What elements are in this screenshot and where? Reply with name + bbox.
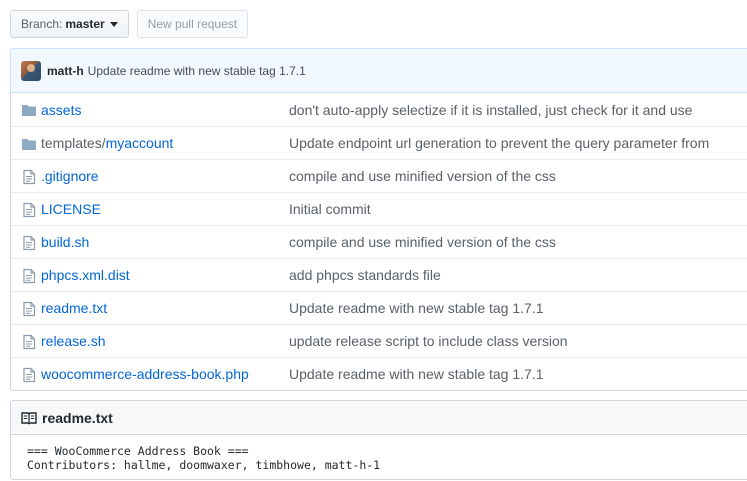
chevron-down-icon xyxy=(109,21,118,27)
file-row: phpcs.xml.dist add phpcs standards file xyxy=(11,258,747,291)
commit-message-link[interactable]: update release script to include class v… xyxy=(289,333,568,349)
file-name-label: build.sh xyxy=(41,234,90,250)
folder-icon xyxy=(21,102,37,118)
file-name-link[interactable]: LICENSE xyxy=(41,201,101,217)
file-name-label: assets xyxy=(41,101,82,118)
file-row: assets don't auto-apply selectize if it i… xyxy=(11,93,747,126)
file-icon xyxy=(21,301,37,317)
commit-message-link[interactable]: Initial commit xyxy=(289,201,371,217)
file-name-label: woocommerce-address-book.php xyxy=(41,366,249,382)
file-name-label: release.sh xyxy=(41,333,106,349)
file-row: build.sh compile and use minified version… xyxy=(11,225,747,258)
branch-toolbar: Branch: master New pull request xyxy=(10,10,249,38)
file-icon xyxy=(21,268,37,284)
readme-content: === WooCommerce Address Book === Contribu… xyxy=(11,435,747,481)
readme-line: Contributors: hallme, doomwaxer, timbhow… xyxy=(27,458,381,472)
latest-commit-bar: matt-h Update readme with new stable tag… xyxy=(10,48,747,92)
file-name-link[interactable]: assets xyxy=(41,102,81,118)
file-icon xyxy=(21,235,37,251)
file-name-link[interactable]: phpcs.xml.dist xyxy=(41,267,130,283)
file-name-link[interactable]: release.sh xyxy=(41,333,106,349)
file-name-label: readme.txt xyxy=(41,300,108,316)
commit-message-link[interactable]: compile and use minified version of the … xyxy=(289,234,556,250)
file-row: readme.txt Update readme with new stable … xyxy=(11,291,747,324)
book-icon xyxy=(21,411,37,424)
commit-message-link[interactable]: add phpcs standards file xyxy=(289,267,441,283)
file-name-label: phpcs.xml.dist xyxy=(41,267,130,283)
branch-name-label: master xyxy=(65,17,105,31)
file-name-label: .gitignore xyxy=(41,168,99,184)
branch-prefix-label: Branch: xyxy=(21,17,63,31)
file-name-label: LICENSE xyxy=(41,201,101,217)
file-row: LICENSE Initial commit xyxy=(11,192,747,225)
commit-message-link[interactable]: Update readme with new stable tag 1.7.1 xyxy=(289,366,544,382)
file-row: templates/myaccount Update endpoint url g… xyxy=(11,126,747,159)
avatar[interactable] xyxy=(21,60,41,81)
file-path-prefix: templates/ xyxy=(41,135,106,151)
file-list: assets don't auto-apply selectize if it i… xyxy=(10,92,747,391)
commit-author-link[interactable]: matt-h xyxy=(47,64,84,78)
file-row: .gitignore compile and use minified versi… xyxy=(11,159,747,192)
file-name-label: myaccount xyxy=(105,135,174,151)
folder-icon xyxy=(21,136,37,152)
commit-message-link[interactable]: Update readme with new stable tag 1.7.1 xyxy=(88,64,306,78)
file-row: woocommerce-address-book.php Update readm… xyxy=(11,357,747,390)
file-name-link[interactable]: build.sh xyxy=(41,234,89,250)
file-name-link[interactable]: templates/myaccount xyxy=(41,135,173,151)
readme-title[interactable]: readme.txt xyxy=(42,410,113,426)
branch-select-button[interactable]: Branch: master xyxy=(10,10,129,38)
file-icon xyxy=(21,202,37,218)
file-icon xyxy=(21,367,37,383)
readme-panel: readme.txt === WooCommerce Address Book … xyxy=(10,400,747,480)
commit-message-link[interactable]: Update readme with new stable tag 1.7.1 xyxy=(289,300,544,316)
commit-message-link[interactable]: don't auto-apply selectize if it is inst… xyxy=(289,102,692,118)
file-icon xyxy=(21,169,37,185)
file-name-link[interactable]: woocommerce-address-book.php xyxy=(41,366,249,382)
commit-message-link[interactable]: compile and use minified version of the … xyxy=(289,168,556,184)
readme-header: readme.txt xyxy=(11,401,747,435)
file-icon xyxy=(21,334,37,350)
file-name-link[interactable]: .gitignore xyxy=(41,168,99,184)
new-pull-request-button[interactable]: New pull request xyxy=(136,10,249,38)
file-name-link[interactable]: readme.txt xyxy=(41,300,107,316)
file-row: release.sh update release script to inclu… xyxy=(11,324,747,357)
readme-line: === WooCommerce Address Book === xyxy=(27,444,249,458)
commit-message-link[interactable]: Update endpoint url generation to preven… xyxy=(289,135,709,151)
